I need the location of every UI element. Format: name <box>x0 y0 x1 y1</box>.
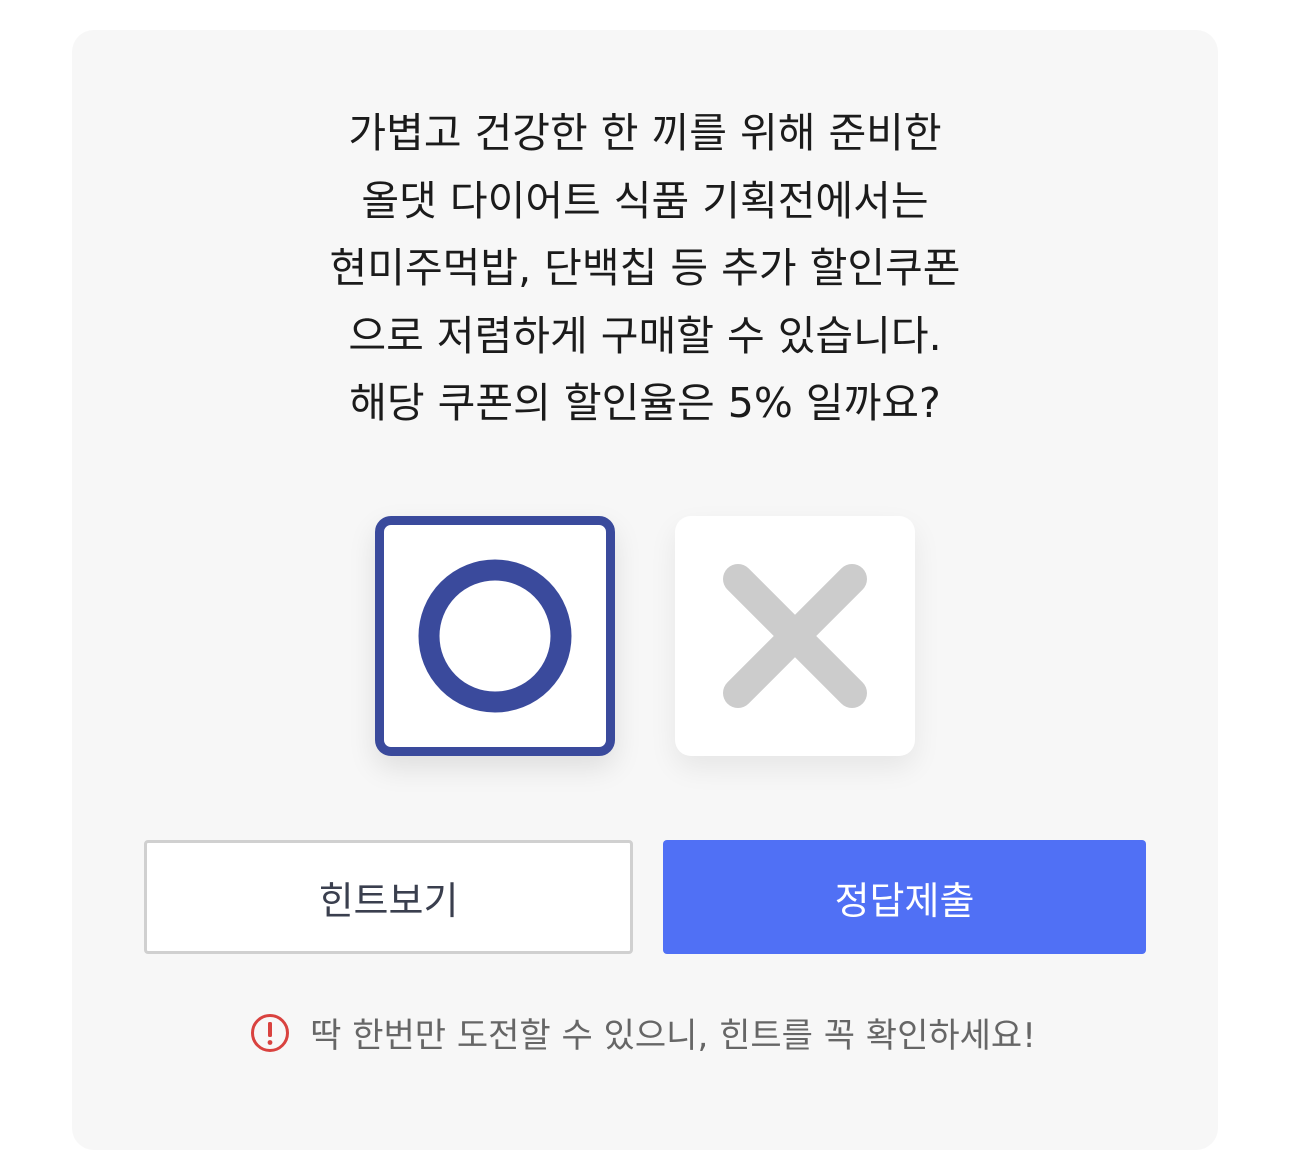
notice: 딱 한번만 도전할 수 있으니, 힌트를 꼭 확인하세요! <box>0 1008 1290 1057</box>
option-o-button[interactable] <box>375 516 615 756</box>
option-x-button[interactable] <box>675 516 915 756</box>
question-line: 가볍고 건강한 한 끼를 위해 준비한 <box>348 109 942 157</box>
warning-icon <box>251 1013 290 1052</box>
submit-answer-button[interactable]: 정답제출 <box>663 840 1146 954</box>
question-line: 올댓 다이어트 식품 기획전에서는 <box>361 176 929 225</box>
quiz-question: 가볍고 건강한 한 끼를 위해 준비한 올댓 다이어트 식품 기획전에서는 현미… <box>0 100 1290 438</box>
question-line: 현미주먹밥, 단백칩 등 추가 할인쿠폰 <box>329 244 961 292</box>
x-icon <box>723 564 867 708</box>
o-icon <box>418 559 572 713</box>
hint-button[interactable]: 힌트보기 <box>144 840 633 954</box>
notice-text: 딱 한번만 도전할 수 있으니, 힌트를 꼭 확인하세요! <box>310 1016 1036 1056</box>
question-line: 해당 쿠폰의 할인율은 5% 일까요? <box>349 379 941 427</box>
question-line: 으로 저렴하게 구매할 수 있습니다. <box>348 311 942 360</box>
